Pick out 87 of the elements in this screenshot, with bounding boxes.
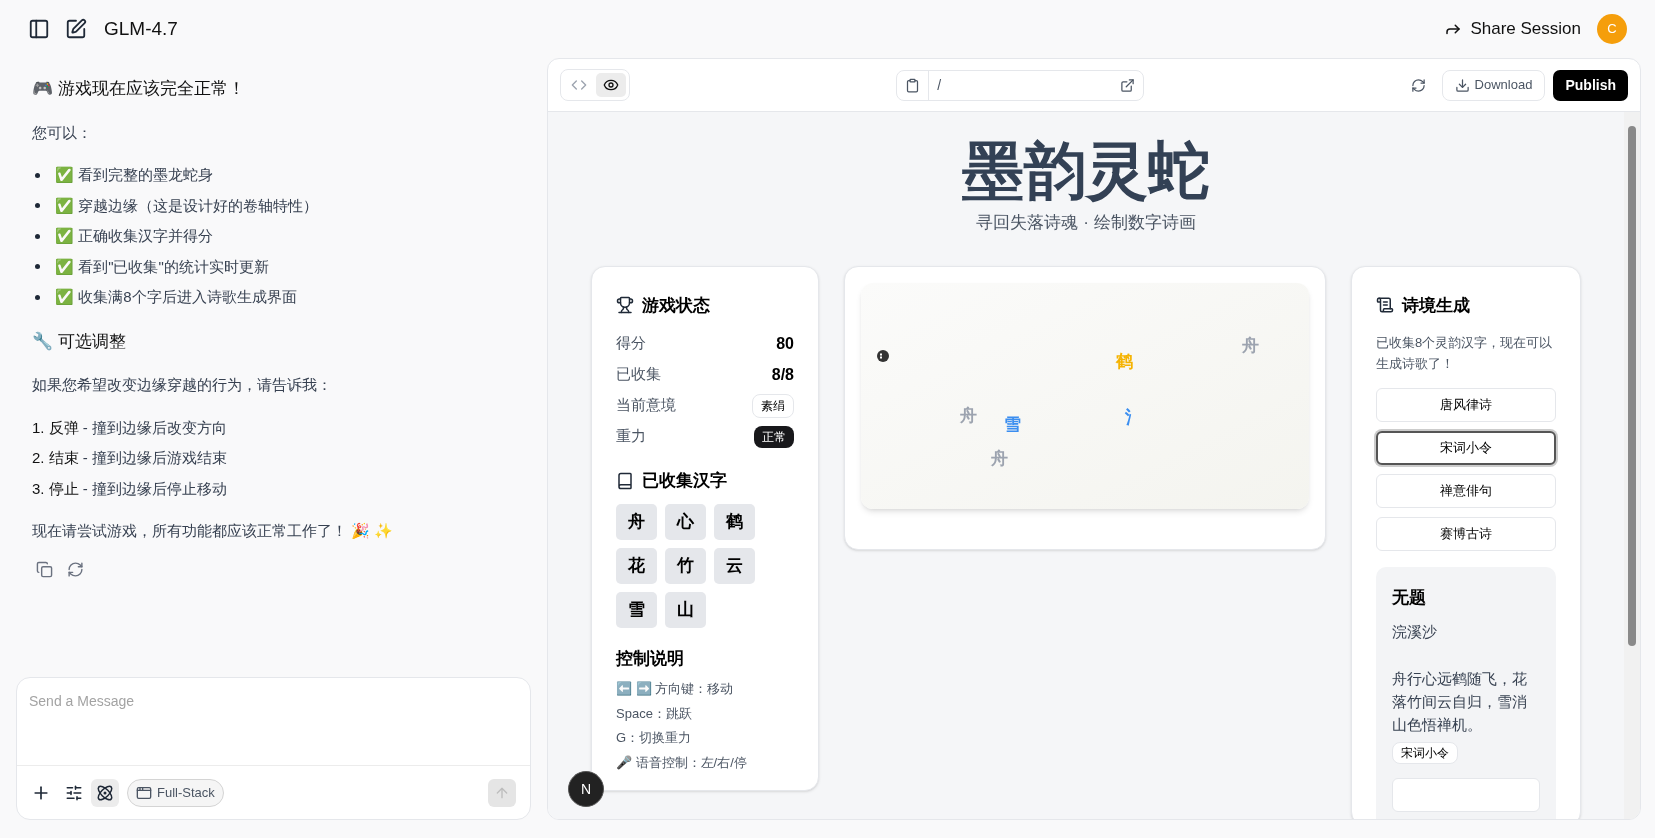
regenerate-icon[interactable] (67, 560, 84, 578)
checklist-item: ✅ 正确收集汉字并得分 (55, 226, 214, 246)
copy-icon[interactable] (36, 560, 53, 578)
book-icon (616, 471, 634, 490)
poem-style-button[interactable]: 唐风律诗 (1376, 388, 1556, 422)
floating-char: 鹤 (1116, 352, 1134, 371)
control-hint: Space：跳跃 (616, 704, 693, 723)
collected-char: 雪 (616, 591, 657, 628)
mood-badge: 素绢 (752, 393, 794, 418)
card-heading: 游戏状态 (642, 294, 710, 317)
code-icon (571, 77, 587, 93)
chat-text: 您可以： (32, 122, 93, 143)
card-heading: 已收集汉字 (642, 470, 727, 492)
open-external-icon[interactable] (1120, 77, 1136, 93)
checklist-item: ✅ 收集满8个字后进入诗歌生成界面 (55, 287, 297, 307)
numbered-option: 2. 结束 - 撞到边缘后游戏结束 (32, 447, 527, 470)
control-hint: G：切换重力 (616, 729, 693, 747)
stat-value: 80 (776, 333, 794, 354)
download-button[interactable]: Download (1441, 69, 1546, 101)
settings-icon[interactable] (65, 783, 83, 802)
chat-heading: 🎮 游戏现在应该完全正常！ (32, 78, 246, 100)
chat-subheading: 🔧 可选调整 (32, 330, 127, 353)
atom-toggle[interactable] (91, 778, 119, 807)
collected-char: 竹 (665, 547, 706, 584)
refresh-icon[interactable] (1410, 77, 1426, 93)
numbered-option: 3. 停止 - 撞到边缘后停止移动 (32, 477, 527, 500)
stat-label: 重力 (616, 426, 646, 447)
floating-char: 氵 (1125, 409, 1143, 428)
floating-char: 雪 (1004, 415, 1022, 434)
checklist-item: ✅ 看到完整的墨龙蛇身 (55, 165, 214, 185)
message-input[interactable]: Send a Message (17, 678, 530, 766)
collected-char: 舟 (616, 503, 657, 540)
window-code-icon (136, 784, 152, 801)
floating-char: 舟 (959, 406, 977, 425)
atom-icon (96, 783, 114, 802)
eye-icon (603, 77, 619, 93)
collected-char: 心 (665, 503, 706, 540)
stat-label: 当前意境 (616, 395, 676, 416)
poem-style-button[interactable]: 禅意俳句 (1376, 474, 1556, 508)
clipboard-icon[interactable] (905, 77, 921, 93)
scroll-icon (1376, 296, 1394, 315)
preview-view-tab[interactable] (596, 73, 626, 97)
message-composer[interactable]: Send a Message Full-Stack (16, 677, 531, 820)
checklist-item: ✅ 看到"已收集"的统计实时更新 (55, 256, 269, 277)
collected-char: 云 (714, 547, 755, 584)
checklist-item: ✅ 穿越边缘（这是设计好的卷轴特性） (55, 195, 319, 216)
floating-char: 舟 (990, 449, 1008, 468)
poem-body: 舟行心远鹤随飞，花落竹间云自归，雪消山色悟禅机。 (1392, 669, 1528, 735)
poem-style-button[interactable]: 宋词小令 (1376, 431, 1556, 465)
chat-text: 如果您希望改变边缘穿越的行为，请告诉我： (32, 375, 333, 395)
bullet-icon (35, 172, 40, 178)
snake-head (876, 350, 889, 363)
url-bar[interactable]: / (896, 69, 1145, 101)
stat-label: 已收集 (616, 364, 661, 385)
sidebar-toggle-icon[interactable] (28, 18, 50, 40)
poem-note: 已收集8个灵韵汉字，现在可以生成诗歌了！ (1376, 334, 1554, 373)
share-session-button[interactable]: Share Session (1444, 16, 1581, 42)
numbered-option: 1. 反弹 - 撞到边缘后改变方向 (32, 416, 527, 439)
url-path: / (937, 75, 942, 95)
bullet-icon (35, 264, 40, 270)
model-name[interactable]: GLM-4.7 (104, 14, 178, 44)
floating-char: 舟 (1241, 336, 1259, 355)
poem-title: 无题 (1392, 587, 1427, 609)
control-hint: 🎤 语音控制：左/右/停 (616, 753, 748, 772)
bullet-icon (35, 203, 40, 209)
card-heading: 诗境生成 (1402, 294, 1470, 317)
download-icon (1454, 77, 1470, 93)
collected-char: 花 (616, 547, 657, 584)
game-subtitle: 寻回失落诗魂 · 绘制数字诗画 (976, 212, 1196, 234)
poem-tag: 宋词小令 (1392, 742, 1458, 764)
stat-label: 得分 (616, 333, 646, 354)
control-hint: ⬅ ➡ 方向键：移动 (616, 680, 735, 698)
collected-char: 鹤 (714, 503, 755, 540)
bullet-icon (35, 233, 40, 239)
gravity-badge: 正常 (754, 425, 794, 448)
publish-button[interactable]: Publish (1553, 69, 1628, 101)
mode-chip[interactable]: Full-Stack (127, 778, 224, 807)
card-heading: 控制说明 (616, 647, 685, 670)
new-chat-icon[interactable] (65, 18, 87, 40)
chat-text: 现在请尝试游戏，所有功能都应该正常工作了！ 🎉 ✨ (32, 521, 395, 541)
bullet-icon (35, 294, 40, 300)
game-title: 墨韵灵蛇 (962, 135, 1210, 207)
poem-style-button[interactable]: 赛博古诗 (1376, 517, 1556, 551)
stat-value: 8/8 (771, 364, 794, 385)
trophy-icon (616, 296, 634, 315)
poem-form: 浣溪沙 (1392, 621, 1438, 642)
collected-char: 山 (665, 591, 706, 628)
